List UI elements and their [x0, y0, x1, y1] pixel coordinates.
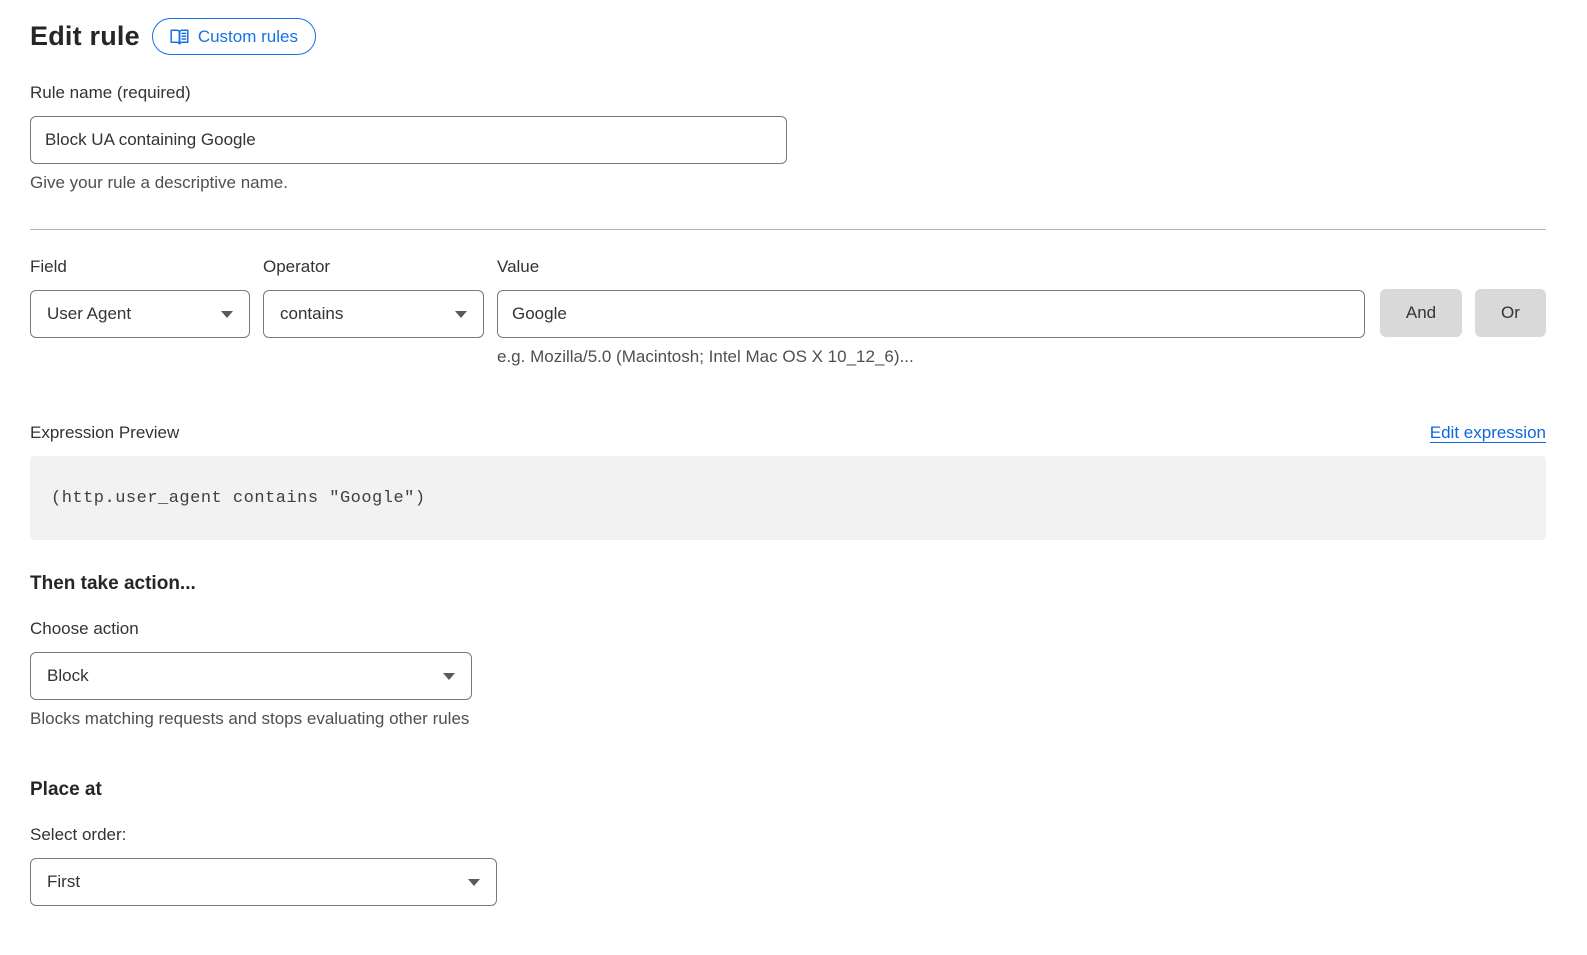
- action-heading: Then take action...: [30, 573, 1546, 595]
- operator-column: Operator contains: [263, 257, 484, 338]
- custom-rules-docs-label: Custom rules: [198, 27, 298, 47]
- or-button[interactable]: Or: [1475, 289, 1546, 337]
- action-select-value: Block: [47, 666, 89, 686]
- header: Edit rule Custom rules: [30, 18, 1546, 55]
- value-input[interactable]: [497, 290, 1365, 338]
- and-button[interactable]: And: [1380, 289, 1462, 337]
- expression-section: Expression Preview Edit expression (http…: [30, 423, 1546, 540]
- section-divider: [30, 229, 1546, 230]
- edit-expression-link[interactable]: Edit expression: [1430, 423, 1546, 443]
- rule-name-section: Rule name (required) Give your rule a de…: [30, 83, 1546, 193]
- value-column: Value e.g. Mozilla/5.0 (Macintosh; Intel…: [497, 257, 1365, 367]
- action-select[interactable]: Block: [30, 652, 472, 700]
- placement-section: Place at Select order: First: [30, 779, 1546, 955]
- value-label: Value: [497, 257, 1365, 277]
- chevron-down-icon: [443, 673, 455, 680]
- open-book-icon: [170, 29, 189, 45]
- rule-name-helper: Give your rule a descriptive name.: [30, 173, 1546, 193]
- custom-rules-docs-button[interactable]: Custom rules: [152, 18, 316, 55]
- expression-code: (http.user_agent contains "Google"): [51, 489, 426, 508]
- chevron-down-icon: [455, 311, 467, 318]
- rule-name-input[interactable]: [30, 116, 787, 164]
- order-select-value: First: [47, 872, 80, 892]
- page-title: Edit rule: [30, 21, 140, 52]
- expression-code-box: (http.user_agent contains "Google"): [30, 456, 1546, 540]
- chevron-down-icon: [468, 879, 480, 886]
- place-at-heading: Place at: [30, 779, 1546, 801]
- select-order-label: Select order:: [30, 825, 1546, 845]
- field-select[interactable]: User Agent: [30, 290, 250, 338]
- edit-rule-form: Edit rule Custom rules Rule name (requir…: [30, 18, 1546, 955]
- operator-select-value: contains: [280, 304, 343, 324]
- chevron-down-icon: [221, 311, 233, 318]
- field-label: Field: [30, 257, 250, 277]
- action-section: Then take action... Choose action Block …: [30, 573, 1546, 729]
- expression-preview-label: Expression Preview: [30, 423, 179, 443]
- operator-label: Operator: [263, 257, 484, 277]
- condition-row: Field User Agent Operator contains Value…: [30, 257, 1546, 367]
- field-select-value: User Agent: [47, 304, 131, 324]
- value-helper: e.g. Mozilla/5.0 (Macintosh; Intel Mac O…: [497, 347, 1365, 367]
- action-helper: Blocks matching requests and stops evalu…: [30, 709, 1546, 729]
- operator-select[interactable]: contains: [263, 290, 484, 338]
- order-select[interactable]: First: [30, 858, 497, 906]
- choose-action-label: Choose action: [30, 619, 1546, 639]
- rule-name-label: Rule name (required): [30, 83, 1546, 103]
- field-column: Field User Agent: [30, 257, 250, 338]
